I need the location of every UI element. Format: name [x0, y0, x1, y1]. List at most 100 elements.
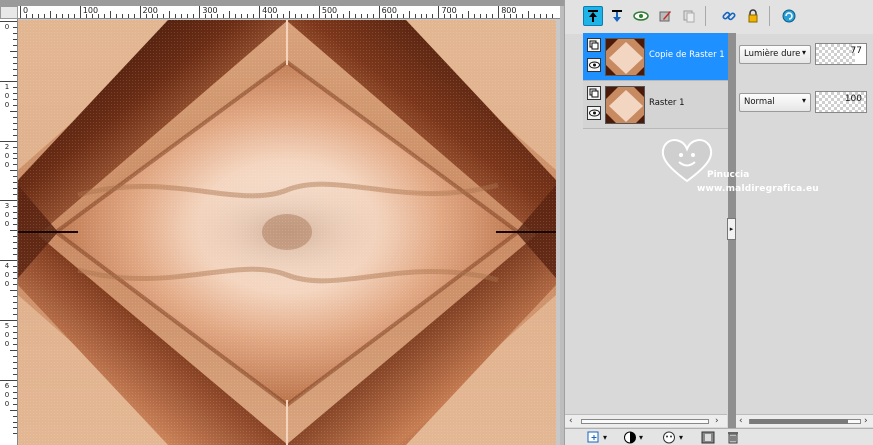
- ruler-label: 100: [4, 82, 10, 109]
- edit-layer-icon[interactable]: [655, 6, 675, 26]
- vertical-ruler: 0 100 200 300 400 500 600: [0, 19, 18, 445]
- scroll-right-icon[interactable]: ›: [715, 415, 719, 427]
- ruler-minor-tick: [10, 110, 17, 112]
- ruler-major-tick: [498, 6, 500, 18]
- delete-layer-button[interactable]: [727, 430, 739, 445]
- ruler-minor-tick: [229, 11, 231, 18]
- blend-mode-select[interactable]: Lumière dure ▾: [739, 45, 811, 64]
- opacity-slider[interactable]: 77: [815, 43, 867, 65]
- layer-type-icon: [587, 38, 601, 52]
- ruler-major-tick: [199, 6, 201, 18]
- ruler-minor-tick: [49, 11, 51, 18]
- lock-icon[interactable]: [743, 6, 763, 26]
- ruler-minor-tick: [265, 14, 267, 18]
- ruler-minor-tick: [271, 14, 273, 18]
- ruler-minor-tick: [492, 14, 494, 18]
- dropdown-arrow-icon: ▾: [679, 433, 684, 442]
- splitter-expand-icon[interactable]: ▸: [727, 218, 736, 240]
- ruler-minor-tick: [289, 11, 290, 18]
- visibility-eye-icon[interactable]: [631, 6, 651, 26]
- ruler-minor-tick: [420, 14, 422, 18]
- opacity-value: 100: [844, 94, 862, 104]
- ruler-minor-tick: [10, 290, 17, 291]
- ruler-major-tick: [0, 200, 17, 202]
- scroll-thumb[interactable]: [750, 419, 848, 424]
- ruler-label: 500: [4, 321, 10, 348]
- layers-list: Copie de Raster 1 Raster 1: [583, 33, 729, 129]
- ruler-minor-tick: [97, 14, 99, 18]
- ruler-minor-tick: [31, 14, 33, 18]
- layer-visibility-eye-icon[interactable]: [587, 106, 601, 120]
- ruler-major-tick: [0, 140, 17, 142]
- ruler-minor-tick: [300, 14, 302, 18]
- ruler-minor-tick: [348, 11, 350, 18]
- watermark-name: Pinuccia: [707, 170, 750, 180]
- ruler-minor-tick: [504, 14, 506, 18]
- move-layer-up-icon[interactable]: [583, 6, 603, 26]
- layer-props-hscroll[interactable]: ‹ ›: [736, 414, 873, 427]
- layer-row-copie-de-raster-1[interactable]: Copie de Raster 1: [583, 33, 729, 81]
- scroll-track[interactable]: [581, 419, 709, 424]
- scroll-right-icon[interactable]: ›: [864, 415, 868, 427]
- ruler-minor-tick: [486, 14, 488, 18]
- ruler-minor-tick: [546, 14, 548, 18]
- opacity-slider[interactable]: 100: [815, 91, 867, 113]
- group-layers-button[interactable]: [701, 430, 715, 445]
- ruler-label: 300: [4, 202, 10, 229]
- ruler-minor-tick: [396, 14, 398, 18]
- ruler-minor-tick: [354, 14, 356, 18]
- ruler-minor-tick: [516, 14, 518, 18]
- move-layer-down-icon[interactable]: [607, 6, 627, 26]
- link-icon[interactable]: [719, 6, 739, 26]
- ruler-minor-tick: [372, 14, 374, 18]
- ruler-minor-tick: [211, 14, 213, 18]
- ruler-minor-tick: [432, 14, 434, 18]
- layers-panel: Copie de Raster 1 Raster 1 ▸ Lumière dur…: [564, 0, 873, 445]
- dropdown-arrow-icon: ▾: [639, 433, 644, 442]
- ruler-major-tick: [0, 260, 17, 262]
- ruler-minor-tick: [163, 14, 165, 18]
- ruler-minor-tick: [205, 14, 207, 18]
- ruler-minor-tick: [540, 14, 542, 18]
- ruler-minor-tick: [67, 14, 69, 18]
- ruler-minor-tick: [474, 14, 476, 18]
- ruler-minor-tick: [127, 14, 129, 18]
- blend-mode-select[interactable]: Normal ▾: [739, 93, 811, 112]
- ruler-minor-tick: [510, 14, 512, 18]
- duplicate-layer-icon[interactable]: [679, 6, 699, 26]
- layers-bottom-toolbar: ▾ ▾ ▾: [565, 428, 873, 445]
- watermark-url: www.maldiregrafica.eu: [697, 184, 819, 194]
- ruler-minor-tick: [534, 14, 536, 18]
- refresh-icon[interactable]: [779, 6, 799, 26]
- ruler-minor-tick: [157, 14, 159, 18]
- scroll-left-icon[interactable]: ‹: [569, 415, 573, 427]
- ruler-minor-tick: [480, 14, 482, 18]
- mask-button[interactable]: ▾: [623, 430, 643, 445]
- layer-properties: Lumière dure ▾ 77 Normal ▾ 100: [735, 33, 873, 129]
- layers-list-hscroll[interactable]: ‹ ›: [565, 414, 727, 427]
- adjustment-layer-button[interactable]: ▾: [661, 430, 683, 445]
- ruler-minor-tick: [235, 14, 237, 18]
- ruler-minor-tick: [145, 14, 147, 18]
- trash-icon: [728, 432, 738, 444]
- ruler-minor-tick: [37, 14, 39, 18]
- ruler-major-tick: [0, 21, 17, 22]
- image-canvas[interactable]: [18, 20, 556, 445]
- ruler-minor-tick: [175, 14, 177, 18]
- scroll-left-icon[interactable]: ‹: [739, 415, 743, 427]
- layer-row-raster-1[interactable]: Raster 1: [583, 81, 729, 129]
- ruler-minor-tick: [73, 14, 75, 18]
- ruler-minor-tick: [10, 230, 17, 232]
- ruler-major-tick: [79, 6, 81, 18]
- toolbar-separator: [705, 6, 706, 26]
- layer-visibility-eye-icon[interactable]: [587, 58, 601, 72]
- watermark: Pinuccia www.maldiregrafica.eu: [657, 135, 837, 215]
- dropdown-arrow-icon: ▾: [801, 96, 806, 105]
- ruler-minor-tick: [181, 14, 183, 18]
- ruler-minor-tick: [169, 11, 171, 18]
- opacity-value: 77: [850, 46, 862, 56]
- new-layer-button[interactable]: ▾: [587, 430, 607, 445]
- ruler-minor-tick: [25, 14, 27, 18]
- ruler-minor-tick: [522, 14, 524, 18]
- ruler-minor-tick: [294, 14, 296, 18]
